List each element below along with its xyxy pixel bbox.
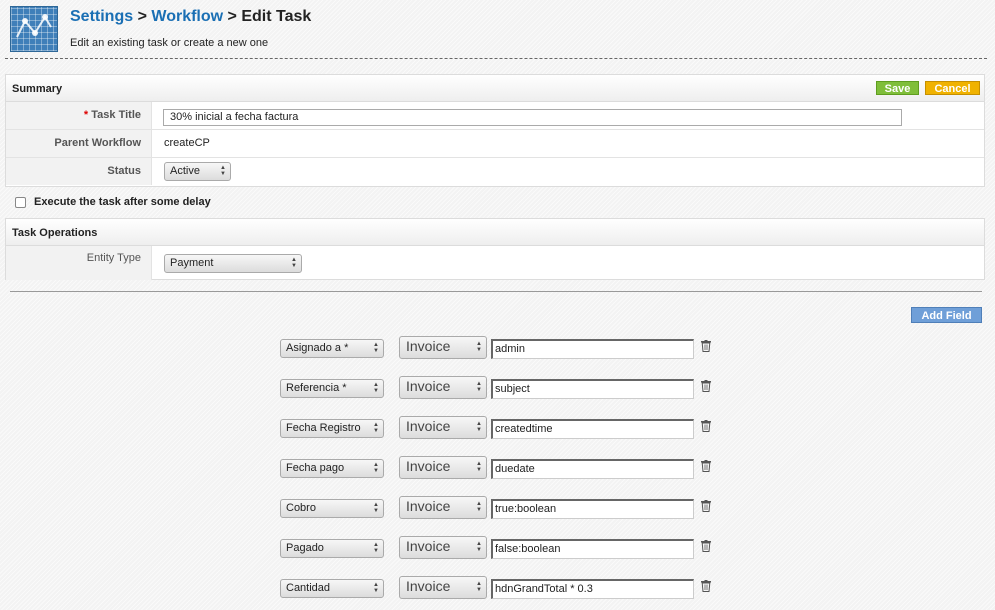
value-source-value: Invoice <box>406 458 451 474</box>
field-value-input[interactable]: true:boolean <box>491 499 694 519</box>
value-source-value: Invoice <box>406 338 451 354</box>
field-value-input[interactable]: admin <box>491 339 694 359</box>
parent-workflow-label: Parent Workflow <box>6 130 152 157</box>
workflow-logo-icon <box>10 6 58 52</box>
summary-header: Summary <box>6 75 984 102</box>
updown-arrows-icon: ▲ ▼ <box>373 542 379 554</box>
summary-panel: Summary * Task Title Parent Workflow cre… <box>5 74 985 187</box>
target-field-select[interactable]: Cantidad ▲ ▼ <box>280 579 384 598</box>
target-field-value: Asignado a * <box>286 342 349 354</box>
status-selected-value: Active <box>170 165 200 177</box>
target-field-value: Referencia * <box>286 382 347 394</box>
status-row: Status <box>6 158 984 185</box>
updown-arrows-icon: ▲ ▼ <box>373 462 379 474</box>
entity-type-select[interactable]: Payment ▲ ▼ <box>164 254 302 273</box>
field-value-input[interactable]: createdtime <box>491 419 694 439</box>
updown-arrows-icon: ▲ ▼ <box>373 382 379 394</box>
breadcrumb-separator: > <box>227 8 237 25</box>
target-field-value: Cantidad <box>286 582 331 594</box>
task-operations-header: Task Operations <box>6 219 984 246</box>
entity-type-row: Entity Type <box>6 246 984 280</box>
updown-arrows-icon: ▲ ▼ <box>373 342 379 354</box>
trash-icon[interactable] <box>701 580 711 592</box>
header-divider <box>5 58 987 59</box>
trash-icon[interactable] <box>701 340 711 352</box>
updown-arrows-icon: ▲ ▼ <box>476 341 482 353</box>
value-source-value: Invoice <box>406 538 451 554</box>
field-value-input[interactable]: hdnGrandTotal * 0.3 <box>491 579 694 599</box>
target-field-select[interactable]: Pagado ▲ ▼ <box>280 539 384 558</box>
value-source-value: Invoice <box>406 378 451 394</box>
required-marker: * <box>83 109 89 121</box>
target-field-value: Pagado <box>286 542 324 554</box>
status-label: Status <box>6 158 152 185</box>
target-field-select[interactable]: Referencia * ▲ ▼ <box>280 379 384 398</box>
summary-title: Summary <box>12 83 63 95</box>
breadcrumb-current: Edit Task <box>241 8 312 25</box>
updown-arrows-icon: ▲ ▼ <box>476 421 482 433</box>
trash-icon[interactable] <box>701 380 711 392</box>
target-field-select[interactable]: Fecha pago ▲ ▼ <box>280 459 384 478</box>
task-operations-panel: Task Operations Entity Type <box>5 218 985 280</box>
value-source-value: Invoice <box>406 418 451 434</box>
breadcrumb: Settings > Workflow > Edit Task <box>70 8 311 26</box>
trash-icon[interactable] <box>701 420 711 432</box>
value-source-select[interactable]: Invoice ▲ ▼ <box>399 456 487 479</box>
updown-arrows-icon: ▲ ▼ <box>476 381 482 393</box>
value-source-select[interactable]: Invoice ▲ ▼ <box>399 536 487 559</box>
updown-arrows-icon: ▲ ▼ <box>476 501 482 513</box>
value-source-select[interactable]: Invoice ▲ ▼ <box>399 376 487 399</box>
section-divider <box>10 291 982 292</box>
updown-arrows-icon: ▲ ▼ <box>373 582 379 594</box>
add-field-button[interactable]: Add Field <box>911 307 982 323</box>
delay-label: Execute the task after some delay <box>34 196 211 208</box>
updown-arrows-icon: ▲ ▼ <box>373 422 379 434</box>
trash-icon[interactable] <box>701 500 711 512</box>
updown-arrows-icon: ▲ ▼ <box>476 581 482 593</box>
cancel-button[interactable]: Cancel <box>925 81 980 95</box>
value-source-value: Invoice <box>406 578 451 594</box>
status-select[interactable]: Active ▲ ▼ <box>164 162 231 181</box>
entity-type-selected-value: Payment <box>170 257 214 269</box>
value-source-select[interactable]: Invoice ▲ ▼ <box>399 416 487 439</box>
updown-arrows-icon: ▲ ▼ <box>291 257 297 269</box>
parent-workflow-value: createCP <box>164 137 210 149</box>
value-source-select[interactable]: Invoice ▲ ▼ <box>399 336 487 359</box>
field-value-input[interactable]: false:boolean <box>491 539 694 559</box>
target-field-value: Cobro <box>286 502 316 514</box>
parent-workflow-row: Parent Workflow createCP <box>6 130 984 158</box>
target-field-select[interactable]: Asignado a * ▲ ▼ <box>280 339 384 358</box>
breadcrumb-settings-link[interactable]: Settings <box>70 8 133 25</box>
target-field-select[interactable]: Fecha Registro ▲ ▼ <box>280 419 384 438</box>
trash-icon[interactable] <box>701 540 711 552</box>
breadcrumb-separator: > <box>137 8 147 25</box>
updown-arrows-icon: ▲ ▼ <box>476 541 482 553</box>
task-title-label: * Task Title <box>6 102 152 129</box>
updown-arrows-icon: ▲ ▼ <box>373 502 379 514</box>
task-title-input[interactable]: 30% inicial a fecha factura <box>163 109 902 126</box>
value-source-select[interactable]: Invoice ▲ ▼ <box>399 496 487 519</box>
value-source-select[interactable]: Invoice ▲ ▼ <box>399 576 487 599</box>
delay-checkbox[interactable] <box>15 197 26 208</box>
updown-arrows-icon: ▲ ▼ <box>220 165 226 177</box>
target-field-select[interactable]: Cobro ▲ ▼ <box>280 499 384 518</box>
save-button[interactable]: Save <box>876 81 919 95</box>
task-operations-title: Task Operations <box>12 227 98 239</box>
field-value-input[interactable]: subject <box>491 379 694 399</box>
breadcrumb-workflow-link[interactable]: Workflow <box>151 8 223 25</box>
updown-arrows-icon: ▲ ▼ <box>476 461 482 473</box>
target-field-value: Fecha Registro <box>286 422 361 434</box>
value-source-value: Invoice <box>406 498 451 514</box>
target-field-value: Fecha pago <box>286 462 345 474</box>
page-subtitle: Edit an existing task or create a new on… <box>70 37 269 49</box>
entity-type-label: Entity Type <box>6 246 152 280</box>
trash-icon[interactable] <box>701 460 711 472</box>
field-value-input[interactable]: duedate <box>491 459 694 479</box>
